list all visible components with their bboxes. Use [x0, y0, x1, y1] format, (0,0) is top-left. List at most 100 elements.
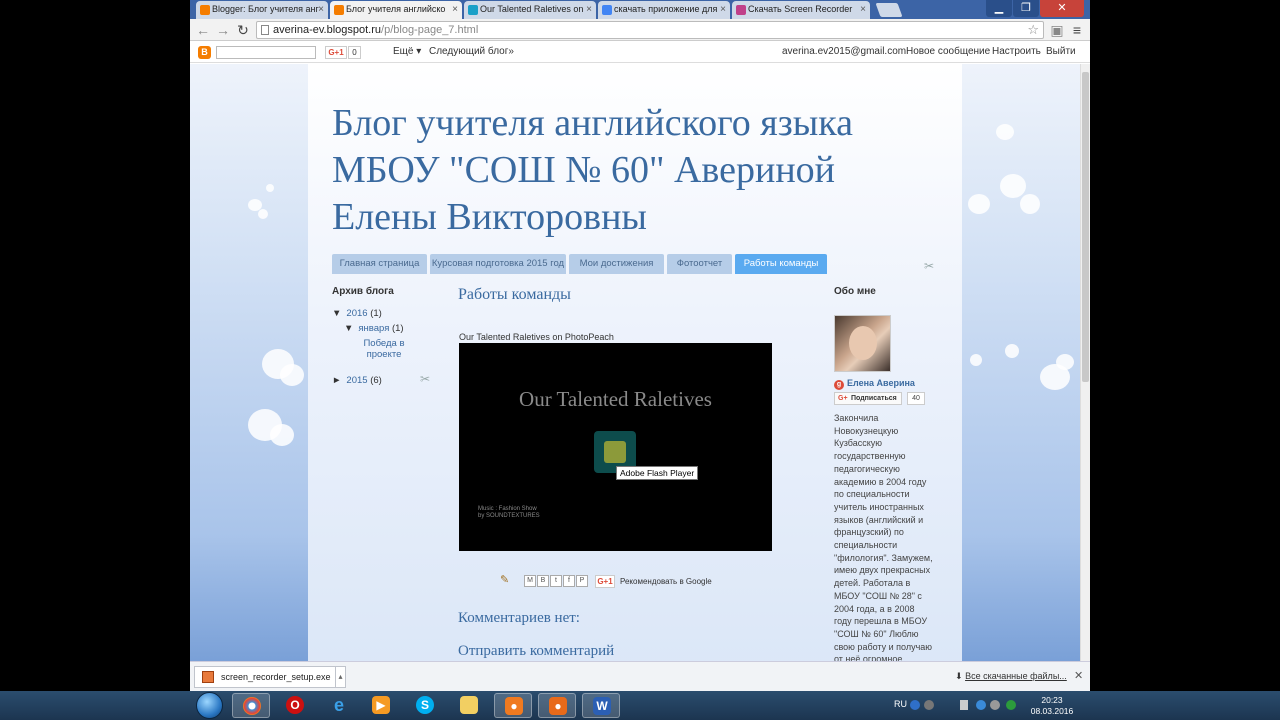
blog-search-input[interactable]: [216, 46, 316, 59]
embedded-video-player[interactable]: Our Talented Raletives Adobe Flash Playe…: [459, 343, 772, 551]
customize-link[interactable]: Настроить: [992, 46, 1041, 57]
address-bar[interactable]: averina-ev.blogspot.ru/p/blog-page_7.htm…: [256, 21, 1044, 39]
tab-photo-report[interactable]: Фотоотчет: [667, 254, 732, 274]
taskbar-explorer[interactable]: [450, 693, 488, 718]
tab-blog-page[interactable]: Блог учителя английско ×: [330, 1, 462, 19]
battery-icon[interactable]: [1006, 700, 1016, 710]
blog-title[interactable]: Блог учителя английского языка МБОУ "СОШ…: [332, 100, 942, 241]
show-hidden-icons-icon[interactable]: [960, 700, 968, 710]
back-arrow-icon[interactable]: ←: [194, 21, 212, 39]
tab-photopeach[interactable]: Our Talented Raletives on ×: [464, 1, 596, 19]
close-icon[interactable]: ×: [318, 1, 324, 18]
gplus-button[interactable]: G+1: [595, 575, 615, 588]
close-icon[interactable]: ×: [452, 1, 458, 18]
taskbar-opera[interactable]: O: [276, 693, 314, 718]
taskbar-chrome[interactable]: [232, 693, 270, 718]
help-icon[interactable]: [910, 700, 920, 710]
close-icon[interactable]: ×: [860, 1, 866, 18]
taskbar-media-player[interactable]: ▶: [362, 693, 400, 718]
close-icon[interactable]: ×: [720, 1, 726, 18]
gplus-count: 0: [348, 46, 361, 59]
expand-toggle-icon[interactable]: ►: [332, 375, 341, 386]
flash-tooltip: Adobe Flash Player: [616, 466, 699, 480]
close-download-bar-icon[interactable]: ✕: [1074, 669, 1083, 682]
scrollbar-thumb[interactable]: [1082, 72, 1089, 382]
download-site-favicon-icon: [736, 5, 746, 15]
archive-month-january[interactable]: ▼ января (1): [344, 323, 404, 334]
user-email[interactable]: averina.ev2015@gmail.com: [782, 46, 906, 57]
download-item[interactable]: screen_recorder_setup.exe: [194, 666, 336, 688]
tab-achievements[interactable]: Мои достижения: [569, 254, 664, 274]
tab-team-works[interactable]: Работы команды: [735, 254, 827, 274]
start-button[interactable]: [196, 692, 223, 719]
edit-wrench-icon[interactable]: ✂: [420, 372, 430, 386]
email-share-icon[interactable]: M: [524, 575, 536, 587]
tab-course-training[interactable]: Курсовая подготовка 2015 год: [430, 254, 566, 274]
input-language[interactable]: RU: [894, 699, 907, 709]
archive-year-label[interactable]: 2016: [346, 308, 367, 319]
close-icon[interactable]: ×: [586, 1, 592, 18]
follow-button[interactable]: G+ Подписаться: [834, 392, 902, 405]
blossom-decoration: [280, 364, 304, 386]
show-all-downloads-link[interactable]: ⬇ Все скачанные файлы...: [955, 671, 1067, 682]
page-icon: [261, 25, 269, 35]
blog-archive: Архив блога ▼ 2016 (1) ▼ января (1) Победа…: [332, 286, 442, 386]
tab-screen-recorder[interactable]: Скачать Screen Recorder ×: [732, 1, 870, 19]
maximize-button[interactable]: ❐: [1013, 0, 1039, 17]
taskbar-ie[interactable]: e: [320, 693, 358, 718]
download-options-button[interactable]: ▴: [336, 666, 346, 688]
reload-icon[interactable]: ↻: [234, 21, 252, 39]
clock[interactable]: 20:23 08.03.2016: [1030, 695, 1074, 717]
network-icon[interactable]: [976, 700, 986, 710]
logout-link[interactable]: Выйти: [1046, 46, 1076, 57]
avatar[interactable]: [834, 315, 891, 372]
keyboard-icon[interactable]: [924, 700, 934, 710]
taskbar-app-orange[interactable]: ●: [494, 693, 532, 718]
video-caption[interactable]: Our Talented Raletives on PhotoPeach: [459, 332, 614, 342]
facebook-share-icon[interactable]: f: [563, 575, 575, 587]
twitter-share-icon[interactable]: t: [550, 575, 562, 587]
minimize-button[interactable]: ▁: [986, 0, 1012, 17]
collapse-toggle-icon[interactable]: ▼: [332, 308, 341, 319]
profile-name-label[interactable]: Елена Аверина: [847, 378, 915, 388]
forward-arrow-icon[interactable]: →: [214, 21, 232, 39]
folder-icon: [460, 696, 478, 714]
volume-icon[interactable]: [990, 700, 1000, 710]
show-all-label: Все скачанные файлы...: [965, 671, 1067, 681]
edit-wrench-icon[interactable]: ✂: [924, 259, 934, 273]
archive-month-label[interactable]: января: [358, 323, 389, 334]
page-scrollbar[interactable]: [1080, 64, 1090, 690]
next-blog-link[interactable]: Следующий блог»: [429, 46, 514, 57]
taskbar-word[interactable]: W: [582, 693, 620, 718]
menu-icon[interactable]: ≡: [1068, 21, 1086, 39]
new-tab-button[interactable]: [875, 3, 903, 17]
profile-name[interactable]: g Елена Аверина: [834, 378, 915, 390]
archive-year-label[interactable]: 2015: [346, 375, 367, 386]
collapse-toggle-icon[interactable]: ▼: [344, 323, 353, 334]
window-close-button[interactable]: ✕: [1040, 0, 1084, 17]
archive-count: (6): [370, 375, 382, 386]
archive-year-2016[interactable]: ▼ 2016 (1): [332, 308, 382, 319]
google-plus-icon: g: [834, 380, 844, 390]
blogthis-share-icon[interactable]: B: [537, 575, 549, 587]
blogger-navbar: B G+1 0 Ещё ▾ Следующий блог» averina.ev…: [190, 42, 1090, 63]
bookmark-star-icon[interactable]: ☆: [1027, 22, 1039, 38]
new-post-link[interactable]: Новое сообщение: [906, 46, 990, 57]
tab-home[interactable]: Главная страница: [332, 254, 427, 274]
taskbar-app-orange-2[interactable]: ●: [538, 693, 576, 718]
extension-icon[interactable]: ▣: [1048, 21, 1066, 39]
pinterest-share-icon[interactable]: P: [576, 575, 588, 587]
browser-toolbar: ← → ↻ averina-ev.blogspot.ru/p/blog-page…: [190, 19, 1090, 41]
archive-post-link[interactable]: Победа в проекте: [354, 338, 414, 360]
tab-label: скачать приложение для: [614, 4, 718, 14]
archive-year-2015[interactable]: ► 2015 (6): [332, 375, 382, 386]
taskbar-skype[interactable]: S: [406, 693, 444, 718]
tab-google-search[interactable]: скачать приложение для ×: [598, 1, 730, 19]
blossom-decoration: [968, 194, 990, 214]
tab-blogger[interactable]: Blogger: Блог учителя анг ×: [196, 1, 328, 19]
blogger-logo-icon[interactable]: B: [198, 46, 211, 59]
gplus-button[interactable]: G+1: [325, 46, 347, 59]
more-menu[interactable]: Ещё ▾: [393, 46, 421, 57]
blog-content: Блог учителя английского языка МБОУ "СОШ…: [308, 64, 962, 690]
edit-pencil-icon[interactable]: ✎: [500, 573, 509, 586]
